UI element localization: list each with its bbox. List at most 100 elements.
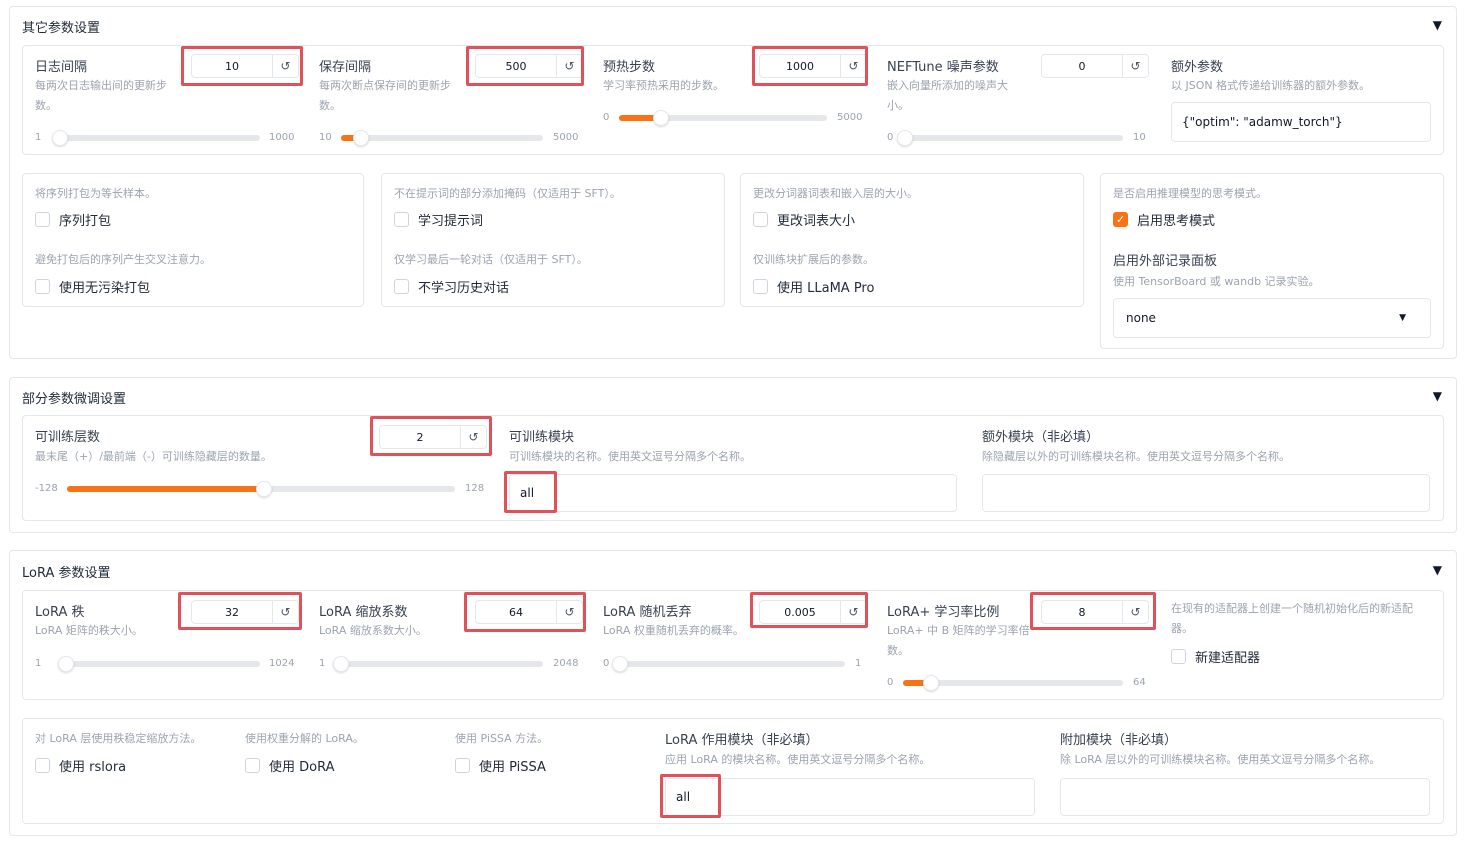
extra-args-input[interactable]: {"optim": "adamw_torch"} [1171, 102, 1431, 142]
save-steps-min: 10 [319, 132, 332, 143]
neftune-input[interactable]: 0 ↺ [1041, 54, 1149, 78]
trainable-modules-input[interactable]: all [509, 474, 957, 512]
lora-rank-max: 1024 [269, 658, 295, 669]
loraplus-input[interactable]: 8 ↺ [1041, 600, 1149, 624]
trainable-modules-desc: 可训练模块的名称。使用英文逗号分隔多个名称。 [509, 450, 751, 463]
slider-thumb[interactable] [922, 675, 939, 691]
lora-alpha-input[interactable]: 64 ↺ [475, 600, 583, 624]
collapse-icon[interactable]: ▼ [1433, 18, 1442, 32]
collapse-icon[interactable]: ▼ [1433, 563, 1442, 577]
checkbox-box[interactable] [394, 212, 409, 227]
report-to-value[interactable]: none [1126, 311, 1156, 325]
slider-thumb[interactable] [52, 130, 68, 146]
save-steps-value[interactable]: 500 [476, 55, 556, 77]
slider-thumb[interactable] [58, 656, 74, 672]
checkbox-box[interactable] [753, 279, 768, 294]
checkbox-box[interactable] [35, 758, 50, 773]
lora-alpha-slider[interactable] [333, 656, 543, 672]
enable-thinking-checkbox[interactable]: ✓ 启用思考模式 [1113, 210, 1215, 229]
additional-target-input[interactable] [1060, 778, 1430, 816]
pissa-checkbox[interactable]: 使用 PiSSA [455, 756, 546, 775]
slider-thumb[interactable] [612, 656, 629, 672]
checkbox-box[interactable] [1171, 649, 1186, 664]
lora-alpha-min: 1 [319, 658, 326, 669]
checkbox-box[interactable] [245, 758, 260, 773]
chevron-down-icon[interactable]: ▼ [1399, 313, 1406, 323]
reset-icon[interactable]: ↺ [460, 426, 486, 448]
trainable-modules-label: 可训练模块 [509, 430, 575, 445]
warmup-steps-value[interactable]: 1000 [760, 55, 840, 77]
llama-pro-checkbox[interactable]: 使用 LLaMA Pro [753, 277, 874, 296]
lora-dropout-value[interactable]: 0.005 [760, 601, 840, 623]
logging-steps-max: 1000 [269, 132, 295, 143]
checkbox-box[interactable] [455, 758, 470, 773]
reset-icon[interactable]: ↺ [272, 55, 298, 77]
lora-dropout-label: LoRA 随机丢弃 [603, 605, 692, 620]
logging-steps-desc: 每两次日志输出间的更新步数。 [35, 79, 167, 112]
reset-icon[interactable]: ↺ [556, 601, 582, 623]
lora-rank-value[interactable]: 32 [192, 601, 272, 623]
loraplus-desc: LoRA+ 中 B 矩阵的学习率倍数。 [887, 624, 1030, 657]
lora-dropout-input[interactable]: 0.005 ↺ [759, 600, 867, 624]
collapse-icon[interactable]: ▼ [1433, 389, 1442, 403]
dora-checkbox[interactable]: 使用 DoRA [245, 756, 335, 775]
neftune-value[interactable]: 0 [1042, 55, 1122, 77]
lora-alpha-label: LoRA 缩放系数 [319, 605, 408, 620]
trainable-layers-desc: 最末尾（+）/最前端（-）可训练隐藏层的数量。 [35, 450, 272, 463]
train-on-prompt-checkbox[interactable]: 学习提示词 [394, 210, 483, 229]
lora-rank-input[interactable]: 32 ↺ [191, 600, 299, 624]
save-steps-input[interactable]: 500 ↺ [475, 54, 583, 78]
section-title: LoRA 参数设置 [22, 566, 111, 581]
checkbox-box[interactable] [753, 212, 768, 227]
report-to-select[interactable]: none ▼ [1113, 298, 1431, 338]
trainable-layers-value[interactable]: 2 [380, 426, 460, 448]
loraplus-slider[interactable] [903, 675, 1123, 691]
packing-checkbox[interactable]: 序列打包 [35, 210, 111, 229]
slider-thumb[interactable] [652, 110, 669, 126]
lora-alpha-max: 2048 [553, 658, 579, 669]
reset-icon[interactable]: ↺ [840, 601, 866, 623]
extra-args-label: 额外参数 [1171, 60, 1224, 75]
slider-thumb[interactable] [256, 481, 273, 497]
prompt-group: 不在提示词的部分添加掩码（仅适用于 SFT）。 学习提示词 仅学习最后一轮对话（… [381, 173, 725, 307]
trainable-layers-slider[interactable] [67, 481, 455, 497]
warmup-steps-input[interactable]: 1000 ↺ [759, 54, 867, 78]
logging-steps-input[interactable]: 10 ↺ [191, 54, 299, 78]
loraplus-value[interactable]: 8 [1042, 601, 1122, 623]
check-icon[interactable]: ✓ [1113, 212, 1128, 227]
resize-vocab-checkbox[interactable]: 更改词表大小 [753, 210, 855, 229]
slider-thumb[interactable] [897, 130, 913, 146]
lora-dropout-min: 0 [603, 658, 610, 669]
neat-packing-checkbox[interactable]: 使用无污染打包 [35, 277, 150, 296]
reset-icon[interactable]: ↺ [556, 55, 582, 77]
reset-icon[interactable]: ↺ [840, 55, 866, 77]
save-steps-slider[interactable] [341, 130, 543, 146]
slider-thumb[interactable] [353, 130, 370, 146]
warmup-steps-slider[interactable] [619, 110, 827, 126]
logging-steps-slider[interactable] [52, 130, 260, 146]
trainable-layers-input[interactable]: 2 ↺ [379, 425, 487, 449]
mask-history-checkbox[interactable]: 不学习历史对话 [394, 277, 509, 296]
extra-modules-input[interactable] [982, 474, 1430, 512]
new-adapter-checkbox[interactable]: 新建适配器 [1171, 647, 1260, 666]
neftune-slider[interactable] [897, 130, 1123, 146]
checkbox-box[interactable] [394, 279, 409, 294]
reset-icon[interactable]: ↺ [1122, 601, 1148, 623]
slider-thumb[interactable] [333, 656, 350, 672]
dora-desc: 使用权重分解的 LoRA。 [245, 732, 364, 745]
neat-packing-label: 使用无污染打包 [59, 281, 151, 296]
lora-dropout-slider[interactable] [612, 656, 845, 672]
reset-icon[interactable]: ↺ [272, 601, 298, 623]
rslora-checkbox[interactable]: 使用 rslora [35, 756, 126, 775]
logging-steps-value[interactable]: 10 [192, 55, 272, 77]
reset-icon[interactable]: ↺ [1122, 55, 1148, 77]
packing-group: 将序列打包为等长样本。 序列打包 避免打包后的序列产生交叉注意力。 使用无污染打… [22, 173, 364, 307]
lora-target-label: LoRA 作用模块（非必填） [665, 733, 819, 748]
lora-rank-label: LoRA 秩 [35, 605, 85, 620]
lora-alpha-value[interactable]: 64 [476, 601, 556, 623]
lora-target-input[interactable]: all [665, 778, 1035, 816]
checkbox-box[interactable] [35, 212, 50, 227]
loraplus-min: 0 [887, 677, 894, 688]
checkbox-box[interactable] [35, 279, 50, 294]
lora-rank-slider[interactable] [58, 656, 260, 672]
